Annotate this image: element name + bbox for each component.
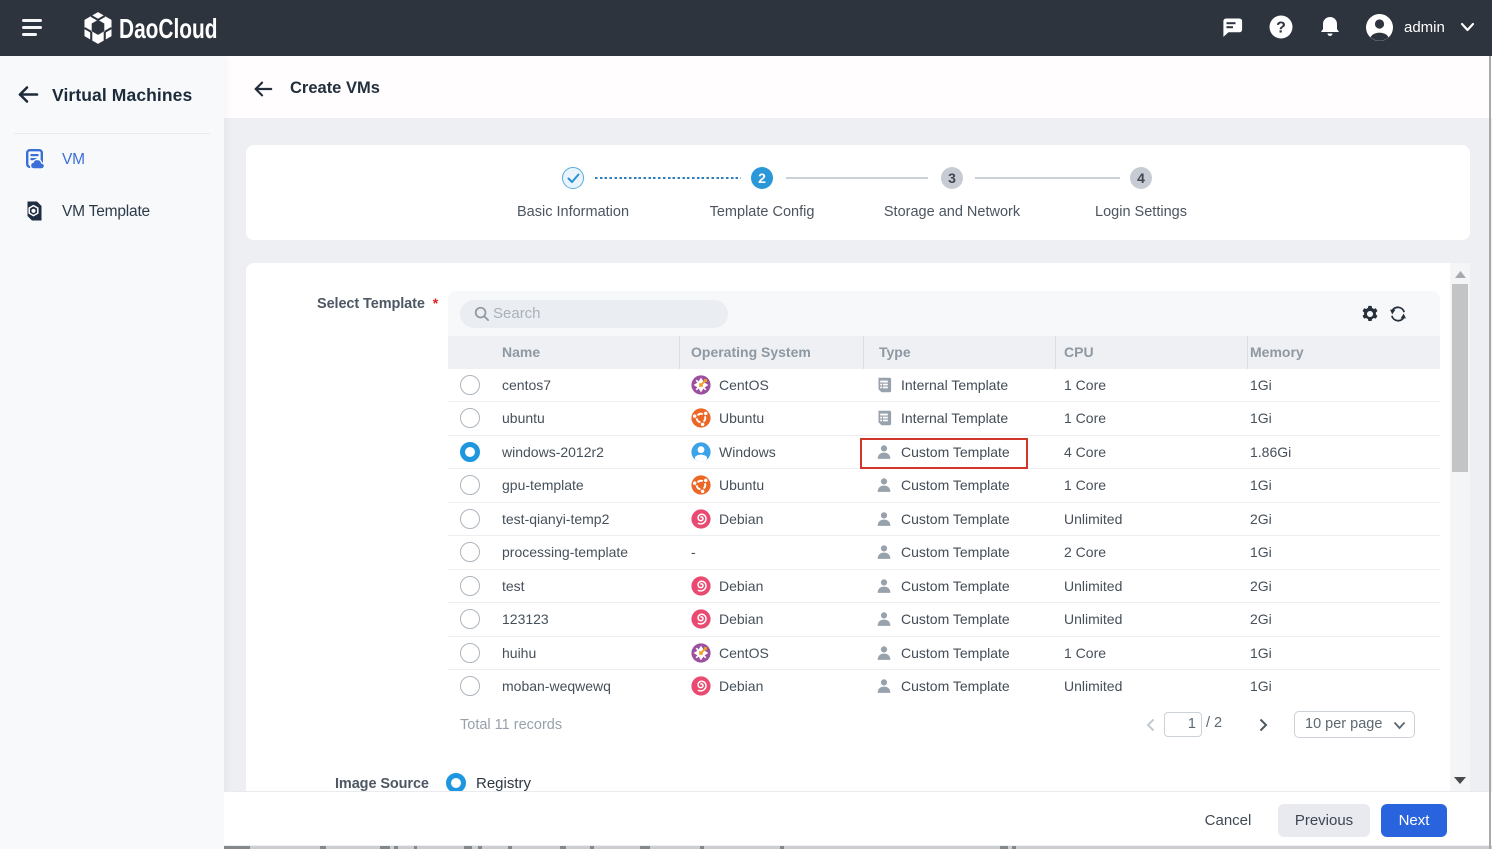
- svg-text:?: ?: [1276, 20, 1286, 37]
